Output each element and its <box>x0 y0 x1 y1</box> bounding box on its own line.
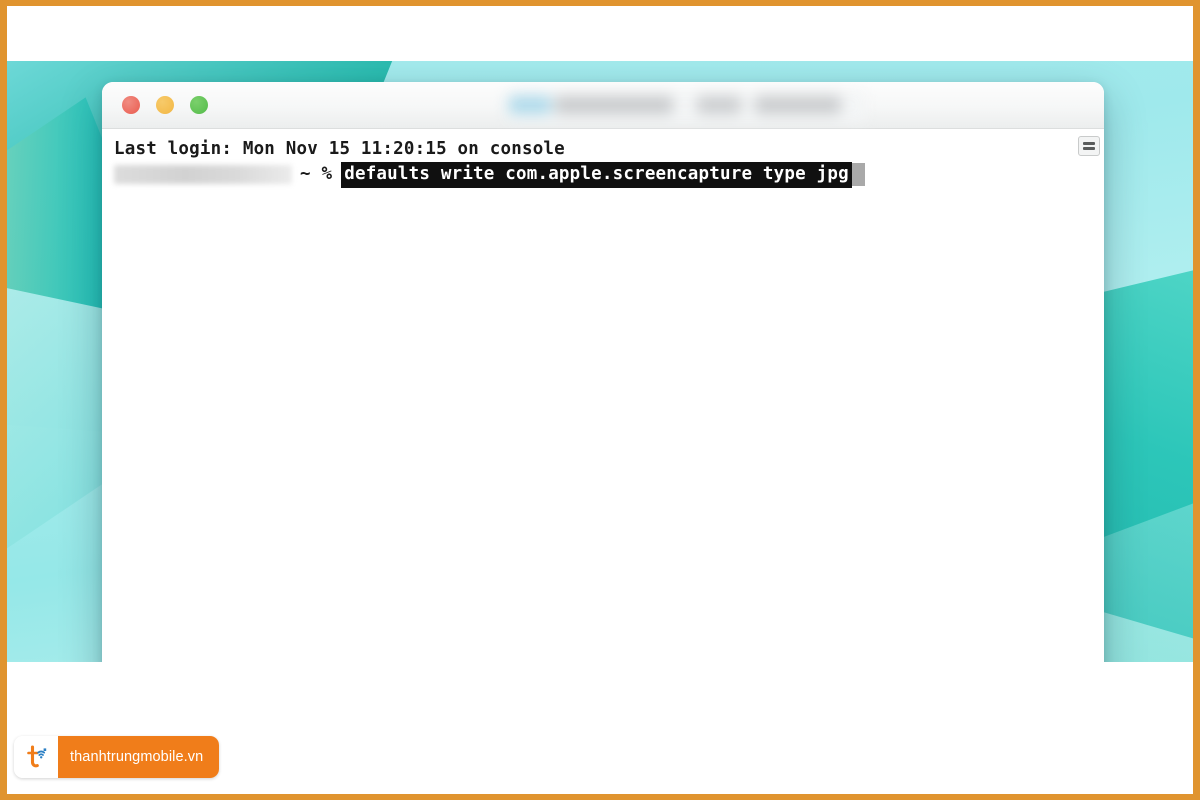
prompt-symbol: ~ % <box>300 164 333 184</box>
last-login-text: Last login: Mon Nov 15 11:20:15 on conso… <box>114 139 565 159</box>
terminal-cursor <box>851 163 865 186</box>
minimize-window-button[interactable] <box>156 96 174 114</box>
page-frame: Last login: Mon Nov 15 11:20:15 on conso… <box>0 0 1200 800</box>
desktop-wallpaper: Last login: Mon Nov 15 11:20:15 on conso… <box>7 61 1193 728</box>
maximize-window-button[interactable] <box>190 96 208 114</box>
terminal-window[interactable]: Last login: Mon Nov 15 11:20:15 on conso… <box>102 82 1104 714</box>
watermark-badge: thanhtrungmobile.vn <box>14 736 220 778</box>
bottom-white-band <box>7 662 1193 728</box>
window-title-redacted <box>507 91 865 121</box>
watermark-text: thanhtrungmobile.vn <box>58 736 220 778</box>
traffic-light-group <box>122 96 208 114</box>
terminal-title-bar[interactable] <box>102 82 1104 129</box>
terminal-login-line: Last login: Mon Nov 15 11:20:15 on conso… <box>114 137 1104 162</box>
hostname-redacted <box>114 165 292 184</box>
watermark-logo <box>14 736 58 778</box>
terminal-output-area[interactable]: Last login: Mon Nov 15 11:20:15 on conso… <box>102 129 1104 714</box>
signal-waves-icon <box>27 745 47 768</box>
top-white-band <box>7 6 1193 61</box>
terminal-prompt-line: ~ % defaults write com.apple.screencaptu… <box>114 161 1104 188</box>
split-pane-icon[interactable] <box>1078 136 1100 156</box>
terminal-command-selected[interactable]: defaults write com.apple.screencapture t… <box>341 161 852 188</box>
close-window-button[interactable] <box>122 96 140 114</box>
